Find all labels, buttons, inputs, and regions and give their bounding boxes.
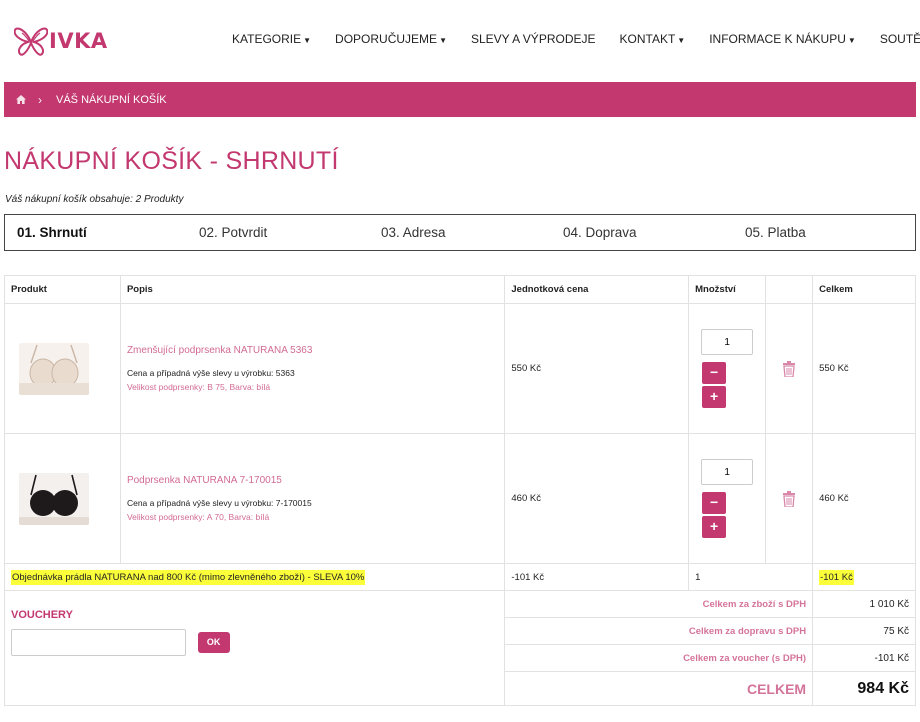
- step-address[interactable]: 03. Adresa: [381, 225, 446, 240]
- step-shipping[interactable]: 04. Doprava: [563, 225, 637, 240]
- main-nav: KATEGORIE ▼ DOPORUČUJEME ▼ SLEVY A VÝPRODE…: [232, 32, 920, 46]
- nav-label: SLEVY A VÝPRODEJE: [470, 32, 596, 46]
- line-total: 460 Kč: [812, 433, 916, 564]
- discount-total-cell: -101 Kč: [812, 563, 916, 591]
- quantity-increase-button[interactable]: +: [702, 386, 727, 408]
- product-desc: Cena a případná výše slevy u výrobku: 53…: [126, 368, 295, 378]
- nav-label: SOUTĚŽ: [879, 32, 920, 46]
- cart-table: Produkt Popis Jednotková cena Množství C…: [3, 275, 916, 706]
- unit-price: 550 Kč: [504, 303, 690, 434]
- breadcrumb: › VÁŠ NÁKUPNÍ KOŠÍK: [4, 82, 916, 117]
- product-variant: Velikost podprsenky: A 70, Barva: bílá: [126, 512, 270, 522]
- summary-value: 1 010 Kč: [812, 590, 916, 618]
- nav-item-doporucujeme[interactable]: DOPORUČUJEME ▼: [335, 32, 447, 46]
- butterfly-icon: [14, 27, 48, 56]
- product-variant: Velikost podprsenky: B 75, Barva: bílá: [126, 382, 271, 392]
- checkout-steps: 01. Shrnutí 02. Potvrdit 03. Adresa 04. …: [4, 214, 916, 251]
- quantity-decrease-button[interactable]: −: [702, 492, 727, 514]
- nav-label: KATEGORIE: [232, 32, 302, 46]
- column-header: Množství: [688, 275, 767, 304]
- nav-item-kontakt[interactable]: KONTAKT ▼: [620, 32, 686, 46]
- quantity-cell: − +: [688, 433, 767, 564]
- breadcrumb-separator: ›: [38, 92, 42, 107]
- voucher-input[interactable]: [11, 629, 186, 656]
- nav-item-informace[interactable]: INFORMACE K NÁKUPU ▼: [709, 32, 856, 46]
- column-header: Popis: [119, 275, 506, 304]
- summary-value: 75 Kč: [812, 617, 916, 645]
- nav-label: INFORMACE K NÁKUPU: [709, 32, 846, 46]
- quantity-decrease-button[interactable]: −: [702, 362, 727, 384]
- home-icon[interactable]: [16, 95, 26, 104]
- summary-row: VOUCHERY OK Celkem za zboží s DPH 1 010 …: [3, 590, 916, 706]
- unit-price: 460 Kč: [504, 433, 690, 564]
- column-header: Celkem: [812, 275, 916, 304]
- page-title: NÁKUPNÍ KOŠÍK - SHRNUTÍ: [4, 147, 339, 175]
- caret-down-icon: ▼: [439, 36, 447, 45]
- step-summary[interactable]: 01. Shrnutí: [17, 225, 87, 240]
- quantity-cell: − +: [688, 303, 767, 434]
- grand-total-value: 984 Kč: [812, 671, 916, 706]
- column-header: Produkt: [4, 275, 121, 304]
- delete-cell: [765, 303, 814, 434]
- logo-text: IVKA: [49, 29, 108, 53]
- nav-item-slevy[interactable]: SLEVY A VÝPRODEJE: [471, 32, 596, 46]
- step-payment[interactable]: 05. Platba: [745, 225, 806, 240]
- discount-price: -101 Kč: [504, 563, 690, 591]
- cart-count: Váš nákupní košík obsahuje: 2 Produkty: [5, 194, 184, 205]
- logo[interactable]: IVKA: [14, 26, 108, 56]
- column-header: Jednotková cena: [504, 275, 690, 304]
- table-header-row: Produkt Popis Jednotková cena Množství C…: [4, 275, 916, 304]
- caret-down-icon: ▼: [847, 36, 856, 45]
- grand-total-label: CELKEM: [504, 671, 814, 706]
- product-name-link[interactable]: Podprsenka NATURANA 7-170015: [127, 475, 498, 486]
- nav-item-kategorie[interactable]: KATEGORIE ▼: [232, 32, 311, 46]
- table-row: Podprsenka NATURANA 7-170015 Cena a příp…: [4, 433, 916, 564]
- product-image[interactable]: [19, 342, 89, 395]
- product-cell: [4, 303, 121, 434]
- discount-qty: 1: [688, 563, 814, 591]
- delete-cell: [765, 433, 814, 564]
- caret-down-icon: ▼: [303, 36, 312, 45]
- discount-total: -101 Kč: [819, 569, 854, 585]
- discount-row: Objednávka prádla NATURANA nad 800 Kč (m…: [3, 563, 916, 591]
- step-confirm[interactable]: 02. Potvrdit: [199, 225, 267, 240]
- voucher-submit-button[interactable]: OK: [197, 632, 230, 653]
- summary-label: Celkem za voucher (s DPH): [504, 644, 814, 672]
- summary-value: -101 Kč: [812, 644, 916, 672]
- summary-label: Celkem za zboží s DPH: [504, 590, 814, 618]
- summary-label: Celkem za dopravu s DPH: [504, 617, 814, 645]
- product-name-link[interactable]: Zmenšující podprsenka NATURANA 5363: [127, 345, 498, 356]
- breadcrumb-current: VÁŠ NÁKUPNÍ KOŠÍK: [56, 93, 167, 106]
- column-header: [765, 275, 814, 304]
- product-cell: [4, 433, 121, 564]
- line-total: 550 Kč: [812, 303, 916, 434]
- trash-icon[interactable]: [772, 360, 806, 377]
- trash-icon[interactable]: [772, 490, 806, 507]
- voucher-title: VOUCHERY: [11, 609, 73, 621]
- caret-down-icon: ▼: [677, 36, 686, 45]
- product-desc: Cena a případná výše slevy u výrobku: 7-…: [126, 498, 312, 508]
- nav-label: KONTAKT: [619, 32, 676, 46]
- product-description: Podprsenka NATURANA 7-170015 Cena a příp…: [119, 433, 506, 564]
- table-row: Zmenšující podprsenka NATURANA 5363 Cena…: [4, 303, 916, 434]
- nav-item-soutez[interactable]: SOUTĚŽ: [880, 32, 920, 46]
- product-image[interactable]: [19, 472, 89, 525]
- nav-label: DOPORUČUJEME: [335, 32, 438, 46]
- discount-label-cell: Objednávka prádla NATURANA nad 800 Kč (m…: [3, 563, 506, 591]
- quantity-increase-button[interactable]: +: [702, 516, 727, 538]
- quantity-input[interactable]: [701, 459, 754, 485]
- voucher-section: VOUCHERY OK: [3, 590, 506, 706]
- discount-label: Objednávka prádla NATURANA nad 800 Kč (m…: [11, 569, 366, 585]
- product-description: Zmenšující podprsenka NATURANA 5363 Cena…: [119, 303, 506, 434]
- quantity-input[interactable]: [701, 329, 754, 355]
